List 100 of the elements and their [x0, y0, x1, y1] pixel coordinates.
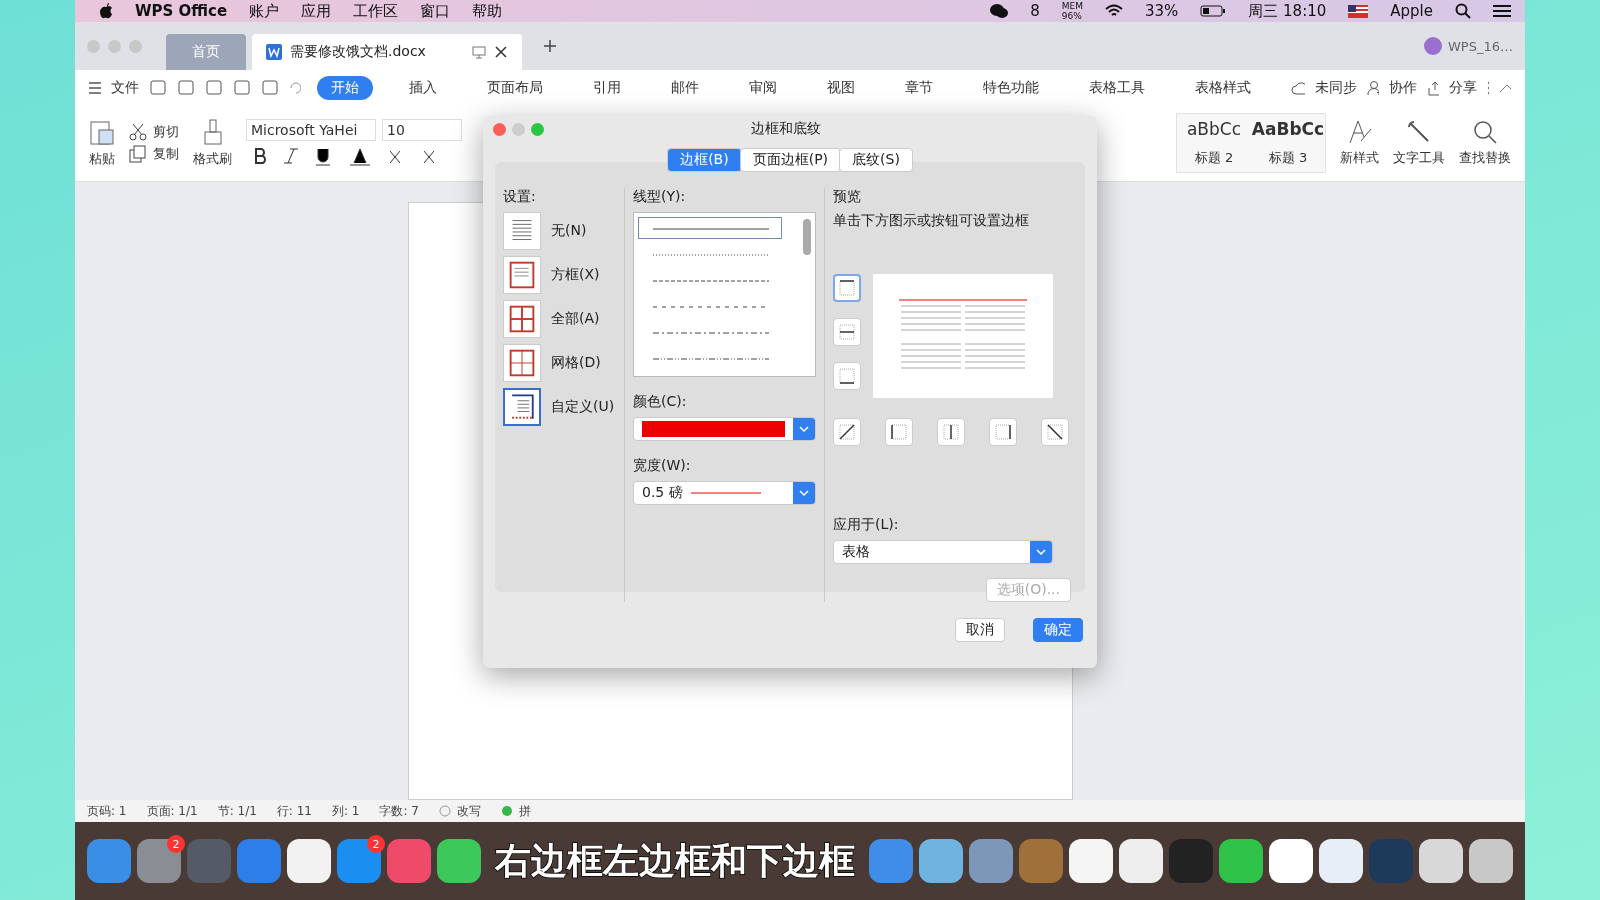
- preset-label[interactable]: 无(N): [551, 222, 587, 240]
- format-painter-label[interactable]: 格式刷: [193, 150, 232, 168]
- collaborate-button[interactable]: 协作: [1388, 78, 1417, 97]
- style-sample[interactable]: AaBbCc: [1251, 119, 1325, 139]
- preset-label[interactable]: 全部(A): [551, 310, 600, 328]
- ribbon-tab[interactable]: 插入: [394, 75, 451, 100]
- share-button[interactable]: 分享: [1448, 78, 1477, 97]
- app-icon[interactable]: [1269, 839, 1313, 883]
- apple-logo-icon[interactable]: [99, 3, 113, 19]
- dialog-tab[interactable]: 页面边框(P): [739, 148, 842, 172]
- style-label[interactable]: 标题 3: [1268, 149, 1308, 167]
- ribbon-tab[interactable]: 表格样式: [1180, 75, 1265, 100]
- clock[interactable]: 周三 18:10: [1248, 1, 1327, 21]
- app-icon[interactable]: [1119, 839, 1163, 883]
- share-icon[interactable]: [1426, 79, 1439, 96]
- cloud-icon[interactable]: [1290, 79, 1306, 96]
- cancel-button[interactable]: 取消: [955, 618, 1005, 642]
- avatar-icon[interactable]: [1424, 37, 1442, 55]
- paste-icon[interactable]: [89, 118, 115, 146]
- search-icon[interactable]: [1455, 3, 1471, 19]
- preset-label[interactable]: 方框(X): [551, 266, 600, 284]
- menu-item[interactable]: 应用: [301, 1, 332, 21]
- app-icon[interactable]: [437, 839, 481, 883]
- search-icon[interactable]: [1472, 119, 1498, 145]
- document-tab[interactable]: 需要修改饿文档.docx: [252, 34, 522, 70]
- wifi-icon[interactable]: [1104, 4, 1123, 18]
- scissors-icon[interactable]: [129, 123, 147, 141]
- menu-item[interactable]: 账户: [249, 1, 280, 21]
- app-icon[interactable]: [1219, 839, 1263, 883]
- battery-icon[interactable]: [1200, 5, 1227, 17]
- apply-to-select[interactable]: 表格: [833, 540, 1053, 564]
- style-sample[interactable]: aBbCc: [1186, 119, 1242, 139]
- app-icon[interactable]: [919, 839, 963, 883]
- border-toggle-button[interactable]: [937, 418, 965, 446]
- scrollbar-thumb[interactable]: [803, 219, 811, 255]
- paste-label[interactable]: 粘贴: [89, 150, 115, 168]
- menu-icon[interactable]: [1493, 4, 1511, 18]
- ribbon-tab[interactable]: 特色功能: [968, 75, 1053, 100]
- pen-icon[interactable]: [1346, 119, 1373, 145]
- ribbon-tab[interactable]: 表格工具: [1074, 75, 1159, 100]
- app-icon[interactable]: [1069, 839, 1113, 883]
- line-style-list[interactable]: [633, 212, 816, 377]
- close-window-button[interactable]: [493, 122, 506, 136]
- ribbon-tab[interactable]: 页面布局: [472, 75, 557, 100]
- collapse-icon[interactable]: [1499, 82, 1511, 93]
- cut-label[interactable]: 剪切: [153, 123, 179, 141]
- dialog-tab[interactable]: 边框(B): [667, 148, 742, 172]
- ribbon-tab[interactable]: 引用: [578, 75, 635, 100]
- line-style-option[interactable]: [638, 217, 782, 239]
- preset-label[interactable]: 自定义(U): [551, 398, 615, 416]
- app-icon[interactable]: [287, 839, 331, 883]
- close-icon[interactable]: [494, 45, 508, 59]
- preset-label[interactable]: 网格(D): [551, 354, 601, 372]
- text-tools-button[interactable]: 文字工具: [1393, 149, 1445, 167]
- flag-icon[interactable]: [1348, 4, 1369, 18]
- width-select[interactable]: 0.5 磅: [633, 481, 816, 505]
- user-name[interactable]: Apple: [1390, 2, 1433, 20]
- overwrite-label[interactable]: 改写: [457, 802, 481, 820]
- border-toggle-button[interactable]: [885, 418, 913, 446]
- radio-icon[interactable]: [439, 805, 451, 817]
- color-select[interactable]: [633, 417, 816, 441]
- style-gallery[interactable]: aBbCc AaBbCc 标题 2 标题 3: [1176, 113, 1326, 173]
- menu-item[interactable]: 帮助: [472, 1, 503, 21]
- account-name[interactable]: WPS_16…: [1448, 38, 1513, 54]
- dialog-tab[interactable]: 底纹(S): [839, 148, 913, 172]
- new-style-button[interactable]: 新样式: [1340, 149, 1379, 167]
- find-replace-button[interactable]: 查找替换: [1459, 149, 1511, 167]
- monitor-icon[interactable]: [472, 45, 486, 59]
- app-icon[interactable]: [1319, 839, 1363, 883]
- copy-label[interactable]: 复制: [153, 145, 179, 163]
- copy-icon[interactable]: [129, 145, 147, 163]
- menu-item[interactable]: 工作区: [353, 1, 399, 21]
- quick-access-icons[interactable]: [148, 78, 301, 97]
- menu-item[interactable]: 窗口: [420, 1, 451, 21]
- app-icon[interactable]: [1469, 839, 1513, 883]
- ribbon-tab[interactable]: 邮件: [656, 75, 713, 100]
- add-user-icon[interactable]: [1367, 79, 1379, 96]
- app-menu[interactable]: WPS Office: [135, 2, 228, 20]
- ok-button[interactable]: 确定: [1033, 618, 1083, 642]
- ribbon-tab[interactable]: 视图: [812, 75, 869, 100]
- more-icon[interactable]: [1486, 80, 1490, 95]
- ribbon-tab[interactable]: 开始: [316, 75, 373, 100]
- ribbon-tab[interactable]: 章节: [890, 75, 947, 100]
- border-toggle-button[interactable]: [833, 418, 861, 446]
- add-tab-icon[interactable]: [542, 38, 558, 54]
- size-field[interactable]: 10: [382, 119, 462, 141]
- style-label[interactable]: 标题 2: [1194, 149, 1234, 167]
- border-toggle-button[interactable]: [833, 274, 861, 302]
- ribbon-tab[interactable]: 审阅: [734, 75, 791, 100]
- app-icon[interactable]: [1419, 839, 1463, 883]
- file-menu[interactable]: 文件: [110, 78, 139, 97]
- brush-icon[interactable]: [201, 118, 224, 146]
- font-field[interactable]: Microsoft YaHei: [246, 119, 376, 141]
- border-toggle-button[interactable]: [989, 418, 1017, 446]
- spell-check-label[interactable]: 拼: [519, 802, 531, 820]
- border-toggle-button[interactable]: [833, 318, 861, 346]
- sync-status[interactable]: 未同步: [1315, 78, 1358, 97]
- border-preset-icon[interactable]: [503, 388, 541, 426]
- border-toggle-button[interactable]: [833, 362, 861, 390]
- border-toggle-button[interactable]: [1041, 418, 1069, 446]
